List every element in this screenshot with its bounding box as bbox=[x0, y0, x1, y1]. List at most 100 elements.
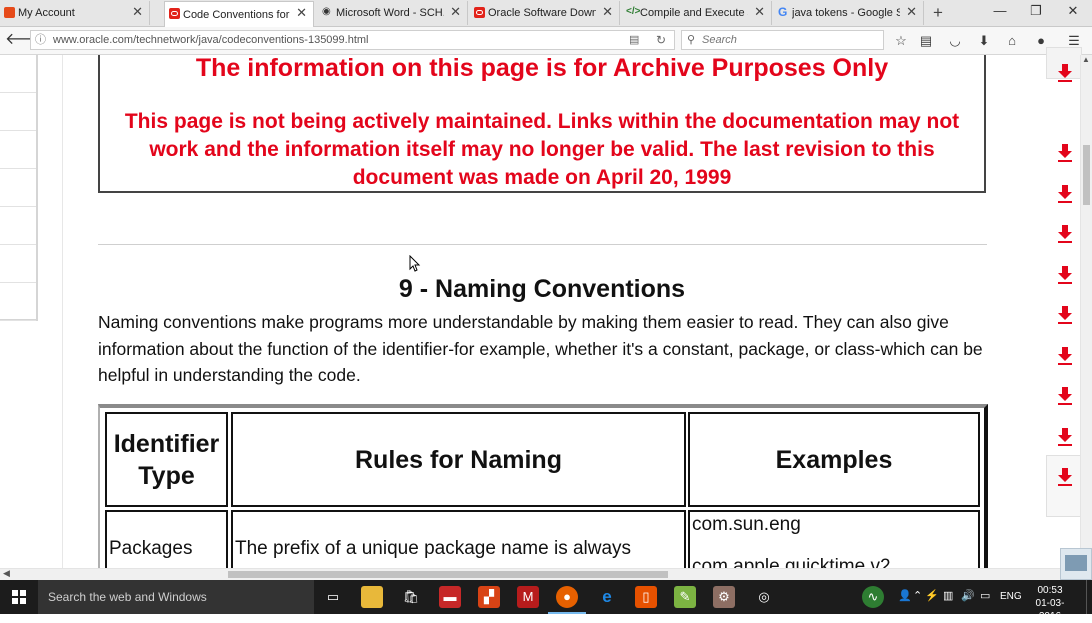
tab-microsoft-word[interactable]: ◉ Microsoft Word - SCH... ✕ bbox=[318, 1, 468, 25]
scrollbar-thumb[interactable] bbox=[1083, 145, 1090, 205]
pocket-icon[interactable]: ◡ bbox=[945, 31, 965, 51]
download-arrow-icon[interactable] bbox=[1057, 224, 1073, 244]
media-app-icon[interactable]: ▬ bbox=[439, 586, 461, 608]
system-clock[interactable]: 00:53 01-03-2016 bbox=[1030, 584, 1070, 623]
section-heading: 9 - Naming Conventions bbox=[398, 275, 686, 303]
tab-java-tokens[interactable]: G java tokens - Google S... ✕ bbox=[774, 1, 924, 25]
people-icon[interactable]: 👤 bbox=[898, 589, 912, 602]
download-addon-strip bbox=[1044, 55, 1080, 568]
network-icon[interactable]: ▥ bbox=[943, 589, 953, 602]
divider bbox=[98, 244, 987, 245]
office-app-icon[interactable]: ▞ bbox=[478, 586, 500, 608]
bookmark-star-icon[interactable]: ☆ bbox=[891, 31, 911, 51]
volume-icon[interactable]: 🔊 bbox=[961, 589, 975, 602]
chrome-icon[interactable]: ◎ bbox=[753, 586, 775, 608]
scroll-up-icon[interactable]: ▲ bbox=[1082, 55, 1090, 64]
close-icon[interactable]: ✕ bbox=[754, 5, 765, 19]
editor-icon[interactable]: ✎ bbox=[674, 586, 696, 608]
tab-code-conventions[interactable]: Code Conventions for ... ✕ bbox=[164, 1, 314, 27]
download-arrow-icon[interactable] bbox=[1057, 143, 1073, 163]
firefox-icon[interactable]: ● bbox=[548, 586, 586, 614]
navigation-bar: 🡐 ⓘ www.oracle.com/technetwork/java/code… bbox=[0, 27, 1092, 55]
horizontal-scrollbar[interactable]: ◀ bbox=[0, 568, 1060, 580]
taskbar-search[interactable]: Search the web and Windows bbox=[38, 580, 314, 614]
table-cell-identifier-type: Packages bbox=[105, 510, 228, 568]
vertical-scrollbar[interactable]: ▲ bbox=[1080, 55, 1092, 568]
download-arrow-icon[interactable] bbox=[1057, 467, 1073, 487]
close-icon[interactable]: ✕ bbox=[602, 5, 613, 19]
left-nav-item[interactable] bbox=[0, 93, 36, 131]
close-window-button[interactable]: ✕ bbox=[1058, 3, 1088, 19]
left-nav-item[interactable] bbox=[0, 245, 36, 283]
minimize-button[interactable]: — bbox=[985, 3, 1015, 18]
left-nav-item[interactable] bbox=[0, 283, 36, 321]
tab-oracle-software[interactable]: Oracle Software Down... ✕ bbox=[470, 1, 620, 25]
home-icon[interactable]: ⌂ bbox=[1002, 31, 1022, 51]
desktop-thumbnail[interactable] bbox=[1060, 548, 1092, 580]
url-text[interactable]: www.oracle.com/technetwork/java/codeconv… bbox=[53, 31, 369, 49]
close-icon[interactable]: ✕ bbox=[296, 6, 307, 20]
oracle-icon bbox=[169, 8, 180, 19]
task-view-icon[interactable]: ▭ bbox=[322, 586, 344, 608]
reader-view-icon[interactable]: ▤ bbox=[629, 31, 639, 49]
download-arrow-icon[interactable] bbox=[1057, 386, 1073, 406]
store-icon[interactable]: 🛍 bbox=[400, 586, 422, 608]
code-icon: </> bbox=[626, 6, 641, 17]
reload-icon[interactable]: ↻ bbox=[656, 31, 666, 49]
scroll-left-icon[interactable]: ◀ bbox=[3, 568, 10, 579]
tab-label: Oracle Software Down... bbox=[488, 7, 596, 19]
intro-paragraph: Naming conventions make programs more un… bbox=[98, 312, 983, 385]
tab-strip: My Account ✕ Code Conventions for ... ✕ … bbox=[0, 0, 1092, 27]
start-button[interactable] bbox=[0, 580, 38, 614]
power-icon[interactable]: ⚡ bbox=[925, 589, 939, 602]
left-nav-item[interactable] bbox=[0, 131, 36, 169]
network-monitor-icon[interactable]: ∿ bbox=[862, 586, 884, 608]
google-icon: G bbox=[778, 5, 788, 19]
download-arrow-icon[interactable] bbox=[1057, 305, 1073, 325]
tab-my-account[interactable]: My Account ✕ bbox=[0, 1, 150, 25]
restore-button[interactable]: ❐ bbox=[1021, 3, 1051, 19]
scrollbar-thumb[interactable] bbox=[228, 571, 668, 578]
back-button[interactable]: 🡐 bbox=[5, 30, 48, 50]
file-explorer-icon[interactable] bbox=[361, 586, 383, 608]
tab-label: Microsoft Word - SCH... bbox=[336, 7, 444, 19]
close-icon[interactable]: ✕ bbox=[906, 5, 917, 19]
windows-logo-icon bbox=[12, 590, 26, 604]
download-arrow-icon[interactable] bbox=[1057, 265, 1073, 285]
bookmarks-list-icon[interactable]: ▤ bbox=[916, 31, 936, 51]
archive-title: The information on this page is for Arch… bbox=[195, 55, 889, 82]
notification-icon[interactable]: ▭ bbox=[980, 589, 990, 602]
clock-date: 01-03-2016 bbox=[1035, 598, 1065, 622]
download-arrow-icon[interactable] bbox=[1057, 346, 1073, 366]
tab-label: My Account bbox=[18, 7, 75, 19]
close-icon[interactable]: ✕ bbox=[450, 5, 461, 19]
office-icon bbox=[4, 7, 15, 18]
search-box[interactable]: ⚲ bbox=[681, 30, 884, 50]
language-indicator[interactable]: ENG bbox=[1000, 591, 1022, 602]
edge-icon[interactable]: e bbox=[596, 586, 618, 608]
office-icon[interactable]: ▯ bbox=[635, 586, 657, 608]
windows-taskbar: Search the web and Windows ▭ 🛍 ▬ ▞ M ● e… bbox=[0, 580, 1092, 622]
rule-text: The prefix of a unique package name is a… bbox=[235, 538, 632, 559]
tab-compile-execute[interactable]: </> Compile and Execute J... ✕ bbox=[622, 1, 772, 25]
chevron-up-icon[interactable]: ⌃ bbox=[913, 589, 922, 602]
tools-icon[interactable]: ⚙ bbox=[713, 586, 735, 608]
new-tab-button[interactable]: + bbox=[929, 3, 947, 23]
mcafee-icon[interactable]: M bbox=[517, 586, 539, 608]
info-icon[interactable]: ⓘ bbox=[35, 31, 46, 49]
download-arrow-icon[interactable] bbox=[1057, 427, 1073, 447]
left-navigation-panel bbox=[0, 55, 38, 321]
downloads-icon[interactable]: ⬇ bbox=[974, 31, 994, 51]
download-arrow-icon[interactable] bbox=[1057, 184, 1073, 204]
download-arrow-icon[interactable] bbox=[1057, 63, 1073, 83]
left-nav-item[interactable] bbox=[0, 169, 36, 207]
left-nav-item[interactable] bbox=[0, 207, 36, 245]
identifier-type-text: Packages bbox=[109, 538, 193, 559]
taskbar-search-placeholder: Search the web and Windows bbox=[48, 590, 207, 604]
close-icon[interactable]: ✕ bbox=[132, 5, 143, 19]
search-input[interactable] bbox=[702, 32, 872, 48]
tab-label: java tokens - Google S... bbox=[792, 7, 900, 19]
left-nav-item[interactable] bbox=[0, 55, 36, 93]
address-bar[interactable]: ⓘ www.oracle.com/technetwork/java/codeco… bbox=[30, 30, 675, 50]
show-desktop-button[interactable] bbox=[1086, 580, 1092, 614]
